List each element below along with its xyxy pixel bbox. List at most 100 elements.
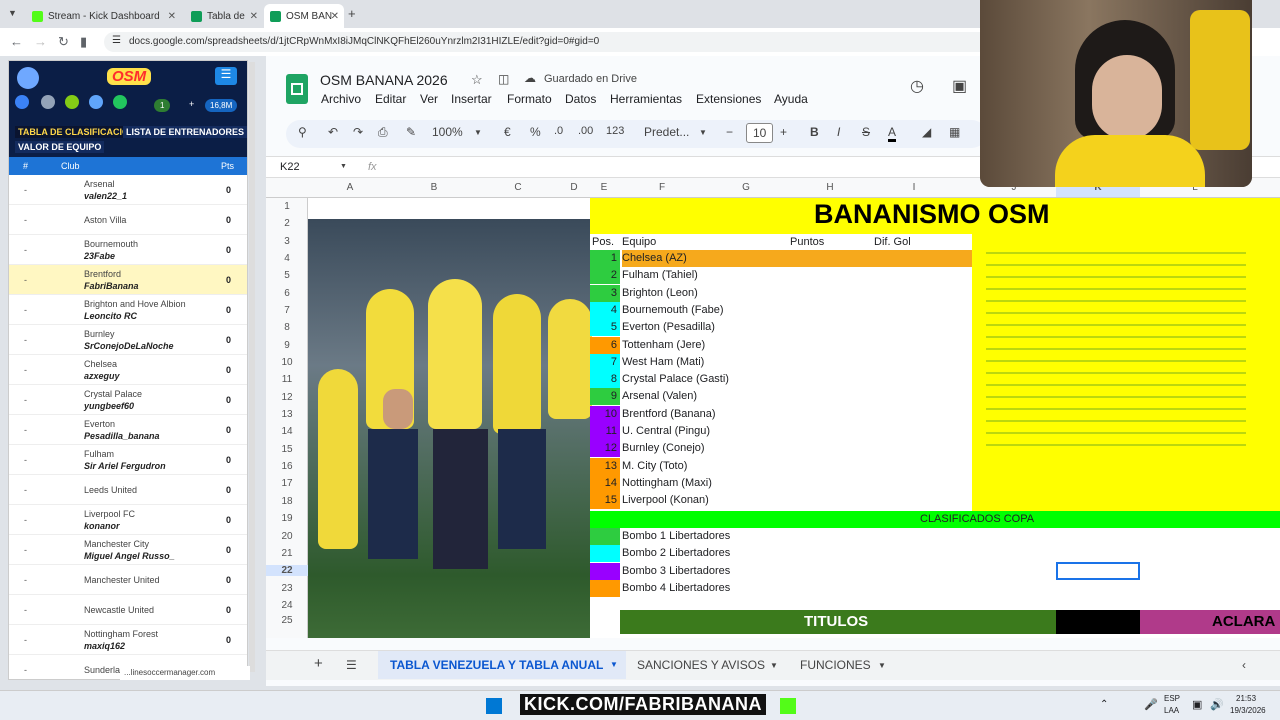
bombo-label[interactable]: Bombo 4 Libertadores	[622, 580, 730, 594]
document-title[interactable]: OSM BANANA 2026	[320, 72, 448, 88]
position-cell[interactable]: 14	[590, 474, 620, 492]
url-field[interactable]: ☰ docs.google.com/spreadsheets/d/1jtCRpW…	[104, 32, 1004, 52]
position-cell[interactable]: 5	[590, 319, 620, 337]
position-cell[interactable]: 13	[590, 457, 620, 475]
font-size-increase-button[interactable]: +	[780, 125, 787, 139]
tray-chevron-icon[interactable]: ⌃	[1100, 699, 1108, 710]
row-header[interactable]: 6	[266, 288, 308, 299]
text-color-button[interactable]: A	[888, 125, 897, 142]
osm-table-row[interactable]: - Chelsea azxeguy 0	[9, 355, 247, 385]
row-header[interactable]: 11	[266, 374, 308, 385]
close-icon[interactable]: ✕	[250, 11, 258, 22]
menu-ver[interactable]: Ver	[420, 92, 438, 106]
volume-icon[interactable]: 🔊	[1210, 698, 1224, 711]
star-icon[interactable]: ☆	[471, 72, 483, 88]
row-header[interactable]: 3	[266, 236, 308, 247]
font-select[interactable]: Predet...	[644, 125, 689, 139]
sheet-tab-active[interactable]: TABLA VENEZUELA Y TABLA ANUAL ▼	[378, 651, 626, 679]
position-cell[interactable]: 1	[590, 250, 620, 267]
team-cell[interactable]: Bournemouth (Fabe)	[622, 302, 724, 316]
network-icon[interactable]: ▣	[1192, 698, 1202, 711]
osm-table-row[interactable]: - Everton Pesadilla_banana 0	[9, 415, 247, 445]
bombo-label[interactable]: Bombo 3 Libertadores	[622, 563, 730, 577]
name-box[interactable]: K22	[280, 161, 300, 173]
currency-button[interactable]: €	[504, 125, 511, 139]
menu-insertar[interactable]: Insertar	[451, 92, 492, 106]
clock-time[interactable]: 21:53	[1236, 694, 1256, 703]
stadium-icon[interactable]	[89, 95, 103, 109]
osm-scrollbar[interactable]	[249, 62, 255, 672]
undo-icon[interactable]: ↶	[328, 125, 338, 139]
team-cell[interactable]: Fulham (Tahiel)	[622, 267, 698, 281]
osm-table-row[interactable]: - Manchester City Miguel Angel Russo_ 0	[9, 535, 247, 565]
person-icon[interactable]	[65, 95, 79, 109]
font-size-decrease-button[interactable]: −	[726, 125, 733, 139]
lang-indicator[interactable]: ESP	[1164, 694, 1180, 703]
all-sheets-icon[interactable]: ☰	[346, 658, 357, 672]
clock-icon[interactable]	[41, 95, 55, 109]
league-badge-icon[interactable]	[17, 67, 39, 89]
row-header[interactable]: 7	[266, 305, 308, 316]
osm-table-row[interactable]: - Crystal Palace yungbeef60 0	[9, 385, 247, 415]
column-header[interactable]: I	[872, 182, 956, 193]
position-cell[interactable]: 11	[590, 423, 620, 440]
menu-icon[interactable]: ☰	[215, 67, 237, 85]
site-info-icon[interactable]: ☰	[112, 35, 121, 46]
back-icon[interactable]: ←	[10, 34, 23, 49]
team-cell[interactable]: Crystal Palace (Gasti)	[622, 371, 729, 385]
position-cell[interactable]: 12	[590, 440, 620, 458]
group-icon[interactable]	[113, 95, 127, 109]
team-cell[interactable]: Chelsea (AZ)	[622, 250, 972, 267]
osm-table-row[interactable]: - Nottingham Forest maxiq162 0	[9, 625, 247, 655]
osm-table-row[interactable]: - Arsenal valen22_1 0	[9, 175, 247, 205]
print-icon[interactable]: ⎙	[378, 125, 388, 140]
team-cell[interactable]: M. City (Toto)	[622, 458, 687, 472]
number-format-button[interactable]: 123	[606, 125, 624, 137]
sheet-tab-funciones[interactable]: FUNCIONES	[800, 658, 871, 672]
row-header[interactable]: 1	[266, 201, 308, 212]
chevron-down-icon[interactable]: ▼	[474, 128, 482, 137]
row-header[interactable]: 8	[266, 322, 308, 333]
position-cell[interactable]: 8	[590, 371, 620, 389]
tab-search-icon[interactable]: ▮	[80, 34, 87, 50]
sheets-logo-icon[interactable]	[286, 74, 308, 104]
sheet-tab-sanciones[interactable]: SANCIONES Y AVISOS	[637, 658, 765, 672]
team-cell[interactable]: Brighton (Leon)	[622, 285, 698, 299]
row-header[interactable]: 16	[266, 461, 308, 472]
search-icon[interactable]: ⚲	[298, 125, 307, 139]
close-icon[interactable]: ✕	[168, 11, 176, 22]
menu-extensiones[interactable]: Extensiones	[696, 92, 761, 106]
bombo-label[interactable]: Bombo 2 Libertadores	[622, 545, 730, 559]
osm-table-row[interactable]: - Manchester United 0	[9, 565, 247, 595]
team-cell[interactable]: Everton (Pesadilla)	[622, 319, 715, 333]
osm-table-row[interactable]: - Newcastle United 0	[9, 595, 247, 625]
reload-icon[interactable]: ↻	[58, 34, 69, 50]
row-header[interactable]: 25	[266, 615, 308, 626]
mic-icon[interactable]: 🎤	[1144, 698, 1158, 711]
nav-tabla[interactable]: TABLA DE CLASIFICACIÓN	[15, 126, 139, 138]
osm-table-row[interactable]: - Liverpool FC konanor 0	[9, 505, 247, 535]
percent-button[interactable]: %	[530, 125, 541, 139]
position-cell[interactable]: 2	[590, 267, 620, 285]
osm-table-row[interactable]: - Fulham Sir Ariel Fergudron 0	[9, 445, 247, 475]
column-header[interactable]: B	[392, 182, 476, 193]
osm-table-row[interactable]: - Aston Villa 0	[9, 205, 247, 235]
comments-icon[interactable]: ▣	[952, 76, 967, 96]
column-header[interactable]: C	[476, 182, 560, 193]
chevron-down-icon[interactable]: ▼	[770, 661, 778, 670]
chevron-left-icon[interactable]: ‹	[1242, 658, 1246, 672]
browser-tab-kick[interactable]: Stream - Kick Dashboard ✕	[26, 4, 181, 28]
position-cell[interactable]: 6	[590, 336, 620, 354]
forward-icon[interactable]: →	[34, 34, 47, 49]
bombo-label[interactable]: Bombo 1 Libertadores	[622, 528, 730, 542]
team-cell[interactable]: U. Central (Pingu)	[622, 423, 710, 437]
fill-color-icon[interactable]: ◢	[922, 125, 931, 139]
history-icon[interactable]: ◷	[910, 76, 924, 96]
menu-editar[interactable]: Editar	[375, 92, 406, 106]
menu-herramientas[interactable]: Herramientas	[610, 92, 682, 106]
row-header[interactable]: 20	[266, 531, 308, 542]
coins-badge[interactable]: 1	[154, 99, 171, 112]
position-cell[interactable]: 3	[590, 284, 620, 302]
team-cell[interactable]: Tottenham (Jere)	[622, 337, 705, 351]
menu-archivo[interactable]: Archivo	[321, 92, 361, 106]
